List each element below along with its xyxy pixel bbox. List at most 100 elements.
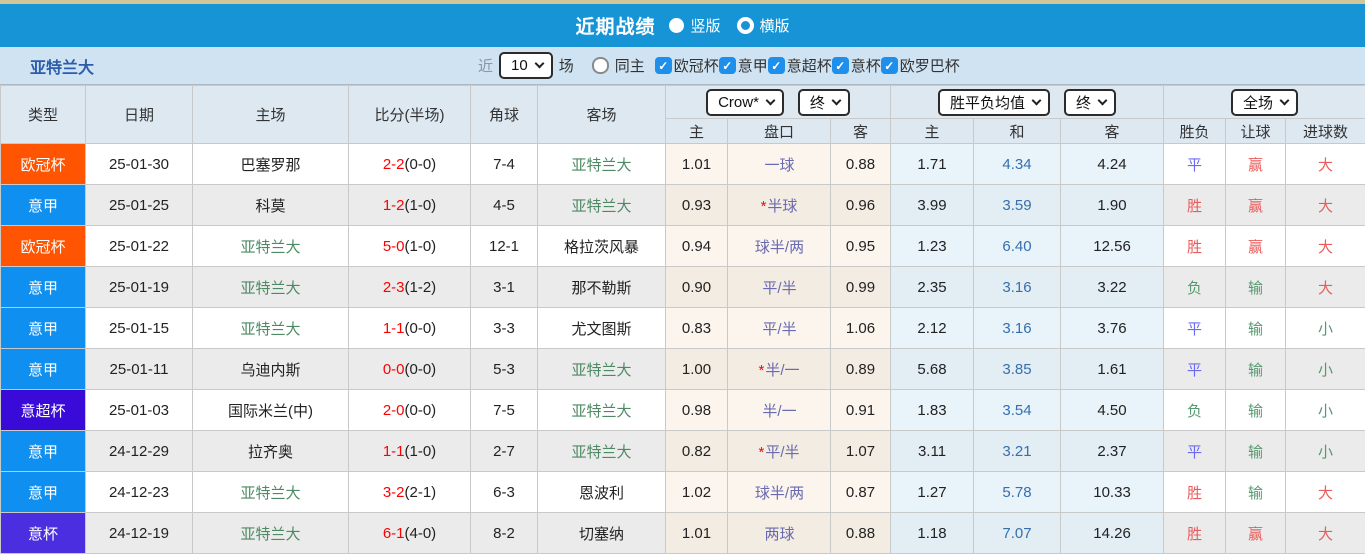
cell-odds-away: 0.95 [831, 226, 891, 267]
recent-count-select[interactable]: 10 [499, 52, 553, 79]
handicap-value: 半/一 [765, 362, 799, 379]
cell-result-goals: 大 [1286, 144, 1365, 185]
cell-away: 格拉茨风暴 [538, 226, 666, 267]
cell-home: 亚特兰大 [193, 472, 349, 513]
team-name: 亚特兰大 [30, 54, 330, 78]
radio-option-vertical[interactable]: 竖版 [669, 15, 720, 36]
odds-time-select[interactable]: 终 [798, 89, 850, 116]
checkbox-unchecked-icon[interactable] [592, 57, 609, 74]
cell-home: 亚特兰大 [193, 513, 349, 554]
cell-score: 1-1(0-0) [349, 308, 471, 349]
cell-away: 亚特兰大 [538, 390, 666, 431]
same-home-filter[interactable]: 同主 [592, 55, 645, 76]
cell-result-wdl: 负 [1164, 267, 1226, 308]
cell-avg-lose: 3.22 [1061, 267, 1164, 308]
cell-handicap: *半/一 [728, 349, 831, 390]
handicap-value: 两球 [764, 526, 794, 543]
cell-result-goals: 小 [1286, 431, 1365, 472]
check-icon: ✓ [835, 60, 845, 72]
cell-avg-lose: 1.61 [1061, 349, 1164, 390]
table-row: 意甲 24-12-29 拉齐奥 1-1(1-0) 2-7 亚特兰大 0.82 *… [1, 431, 1365, 472]
cell-result-handicap: 赢 [1226, 226, 1286, 267]
handicap-value: 一球 [764, 157, 794, 174]
cell-handicap: 半/一 [728, 390, 831, 431]
avg-type-select[interactable]: 胜平负均值 [938, 89, 1050, 116]
handicap-value: 半/一 [762, 403, 796, 420]
score-halftime: (1-2) [405, 279, 437, 296]
odds-time-value: 终 [810, 92, 825, 113]
cell-corner: 8-2 [471, 513, 538, 554]
cell-score: 1-1(1-0) [349, 431, 471, 472]
league-label: 欧罗巴杯 [900, 55, 960, 76]
table-header: 类型 日期 主场 比分(半场) 角球 客场 Crow* 终 [1, 86, 1365, 144]
cell-result-goals: 大 [1286, 185, 1365, 226]
row-type-badge: 意甲 [1, 267, 86, 308]
results-table: 类型 日期 主场 比分(半场) 角球 客场 Crow* 终 [0, 85, 1365, 554]
league-label: 意杯 [851, 55, 881, 76]
checkbox-checked-icon[interactable]: ✓ [655, 57, 672, 74]
cell-result-wdl: 平 [1164, 308, 1226, 349]
cell-date: 25-01-30 [86, 144, 193, 185]
checkbox-checked-icon[interactable]: ✓ [881, 57, 898, 74]
cell-odds-away: 0.88 [831, 144, 891, 185]
cell-avg-win: 1.83 [891, 390, 974, 431]
cell-avg-lose: 4.24 [1061, 144, 1164, 185]
chevron-down-icon [1280, 95, 1290, 105]
subheader-handicap: 盘口 [728, 119, 831, 144]
cell-avg-win: 1.23 [891, 226, 974, 267]
table-row: 欧冠杯 25-01-22 亚特兰大 5-0(1-0) 12-1 格拉茨风暴 0.… [1, 226, 1365, 267]
cell-home: 亚特兰大 [193, 308, 349, 349]
scope-select[interactable]: 全场 [1231, 89, 1298, 116]
cell-odds-home: 1.01 [666, 513, 728, 554]
table-row: 意杯 24-12-19 亚特兰大 6-1(4-0) 8-2 切塞纳 1.01 两… [1, 513, 1365, 554]
checkbox-checked-icon[interactable]: ✓ [719, 57, 736, 74]
league-filter[interactable]: ✓ 意超杯 [768, 55, 832, 76]
cell-avg-lose: 12.56 [1061, 226, 1164, 267]
score-halftime: (0-0) [405, 402, 437, 419]
cell-away: 亚特兰大 [538, 431, 666, 472]
league-filter[interactable]: ✓ 意甲 [719, 55, 768, 76]
cell-date: 25-01-03 [86, 390, 193, 431]
avg-type-value: 胜平负均值 [950, 92, 1025, 113]
handicap-value: 半球 [767, 198, 797, 215]
checkbox-checked-icon[interactable]: ✓ [768, 57, 785, 74]
radio-unselected-icon[interactable] [669, 18, 684, 33]
check-icon: ✓ [722, 60, 732, 72]
cell-home: 国际米兰(中) [193, 390, 349, 431]
radio-label-horizontal[interactable]: 横版 [760, 15, 790, 36]
score-fulltime: 0-0 [383, 361, 405, 378]
cell-result-handicap: 输 [1226, 390, 1286, 431]
radio-option-horizontal[interactable]: 横版 [737, 15, 790, 36]
league-label: 意超杯 [787, 55, 832, 76]
cell-avg-win: 3.99 [891, 185, 974, 226]
cell-score: 3-2(2-1) [349, 472, 471, 513]
cell-date: 24-12-23 [86, 472, 193, 513]
cell-odds-home: 0.90 [666, 267, 728, 308]
col-header-date: 日期 [86, 86, 193, 144]
checkbox-checked-icon[interactable]: ✓ [832, 57, 849, 74]
handicap-value: 平/半 [765, 444, 799, 461]
subheader-odds-away: 客 [831, 119, 891, 144]
cell-away: 亚特兰大 [538, 144, 666, 185]
cell-home: 科莫 [193, 185, 349, 226]
radio-label-vertical[interactable]: 竖版 [690, 15, 720, 36]
odds-company-value: Crow* [718, 94, 759, 111]
league-filter[interactable]: ✓ 欧冠杯 [655, 55, 719, 76]
subheader-avg-win: 主 [891, 119, 974, 144]
league-filter[interactable]: ✓ 欧罗巴杯 [881, 55, 960, 76]
cell-avg-draw: 3.21 [974, 431, 1061, 472]
cell-result-goals: 小 [1286, 349, 1365, 390]
avg-time-select[interactable]: 终 [1064, 89, 1116, 116]
recent-results-page: 近期战绩 竖版 横版 亚特兰大 近 10 场 同主 [0, 0, 1365, 558]
cell-date: 24-12-29 [86, 431, 193, 472]
cell-away: 切塞纳 [538, 513, 666, 554]
league-filter[interactable]: ✓ 意杯 [832, 55, 881, 76]
cell-handicap: *半球 [728, 185, 831, 226]
radio-selected-icon[interactable] [737, 17, 754, 34]
cell-result-wdl: 胜 [1164, 513, 1226, 554]
check-icon: ✓ [658, 60, 668, 72]
row-type-badge: 意杯 [1, 513, 86, 554]
odds-company-select[interactable]: Crow* [706, 89, 784, 116]
cell-date: 25-01-15 [86, 308, 193, 349]
cell-handicap: 平/半 [728, 308, 831, 349]
